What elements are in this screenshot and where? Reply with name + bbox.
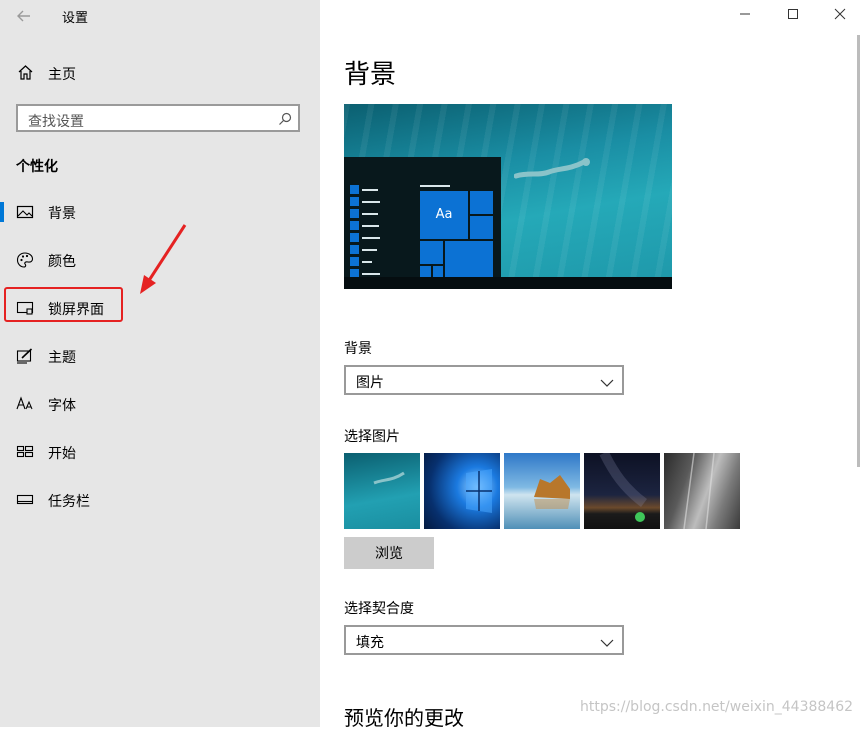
start-grid-icon [16,443,34,461]
section-heading: 个性化 [16,159,58,175]
sidebar-item-label: 主页 [48,67,76,83]
picture-icon [16,203,34,221]
search-icon[interactable] [278,111,292,125]
scrollbar[interactable] [857,35,860,467]
home-icon [17,64,34,81]
sidebar-item-themes[interactable]: 主题 [0,336,320,376]
main-content: 背景 Aa 背景 图片 选择图片 浏览 选择契合度 填充 预览你的更改 http… [320,0,862,730]
sidebar-item-taskbar[interactable]: 任务栏 [0,480,320,520]
fit-dropdown[interactable]: 填充 [344,625,624,655]
chevron-down-icon [600,634,614,647]
theme-brush-icon [16,347,34,365]
sidebar-item-label: 字体 [48,398,76,414]
swimmer-image [514,158,590,179]
background-label: 背景 [344,341,372,357]
preview-tile: Aa [420,191,468,239]
palette-icon [16,251,34,269]
search-input[interactable]: 查找设置 [16,104,300,132]
font-icon [16,395,34,413]
minimize-icon[interactable] [735,4,755,24]
sidebar-item-home[interactable]: 主页 [0,56,320,90]
annotation-arrow-icon [140,224,187,294]
maximize-icon[interactable] [783,4,803,24]
back-arrow-icon[interactable] [14,6,34,26]
picture-thumbnail-underwater[interactable] [344,453,420,529]
taskbar-preview [344,277,672,289]
chevron-down-icon [600,374,614,387]
sidebar-item-start[interactable]: 开始 [0,432,320,472]
close-icon[interactable] [830,4,850,24]
active-indicator [0,202,4,222]
desktop-preview: Aa [344,104,672,289]
picture-thumbnail-night-sky[interactable] [584,453,660,529]
taskbar-icon [16,491,34,509]
browse-button[interactable]: 浏览 [344,537,434,569]
sidebar-item-label: 背景 [48,206,76,222]
sidebar-item-label: 任务栏 [48,494,90,510]
start-menu-preview: Aa [344,157,501,289]
choose-picture-label: 选择图片 [344,429,400,445]
sidebar: 设置 主页 查找设置 个性化 背景 颜色 锁屏界面 主题 字体 开始 任务栏 [0,0,320,727]
picture-thumbnail-beach[interactable] [504,453,580,529]
search-placeholder: 查找设置 [28,114,84,130]
sidebar-item-label: 颜色 [48,254,76,270]
annotation-highlight-box [4,287,123,322]
fit-label: 选择契合度 [344,601,414,617]
sidebar-item-label: 主题 [48,350,76,366]
page-title: 背景 [344,60,397,90]
sidebar-item-label: 开始 [48,446,76,462]
app-title: 设置 [62,11,89,26]
picture-thumbnail-windows[interactable] [424,453,500,529]
picture-thumbnail-rock[interactable] [664,453,740,529]
dropdown-value: 图片 [356,375,384,391]
sidebar-item-fonts[interactable]: 字体 [0,384,320,424]
dropdown-value: 填充 [356,635,384,651]
background-type-dropdown[interactable]: 图片 [344,365,624,395]
watermark-text: https://blog.csdn.net/weixin_44388462 [580,699,854,715]
